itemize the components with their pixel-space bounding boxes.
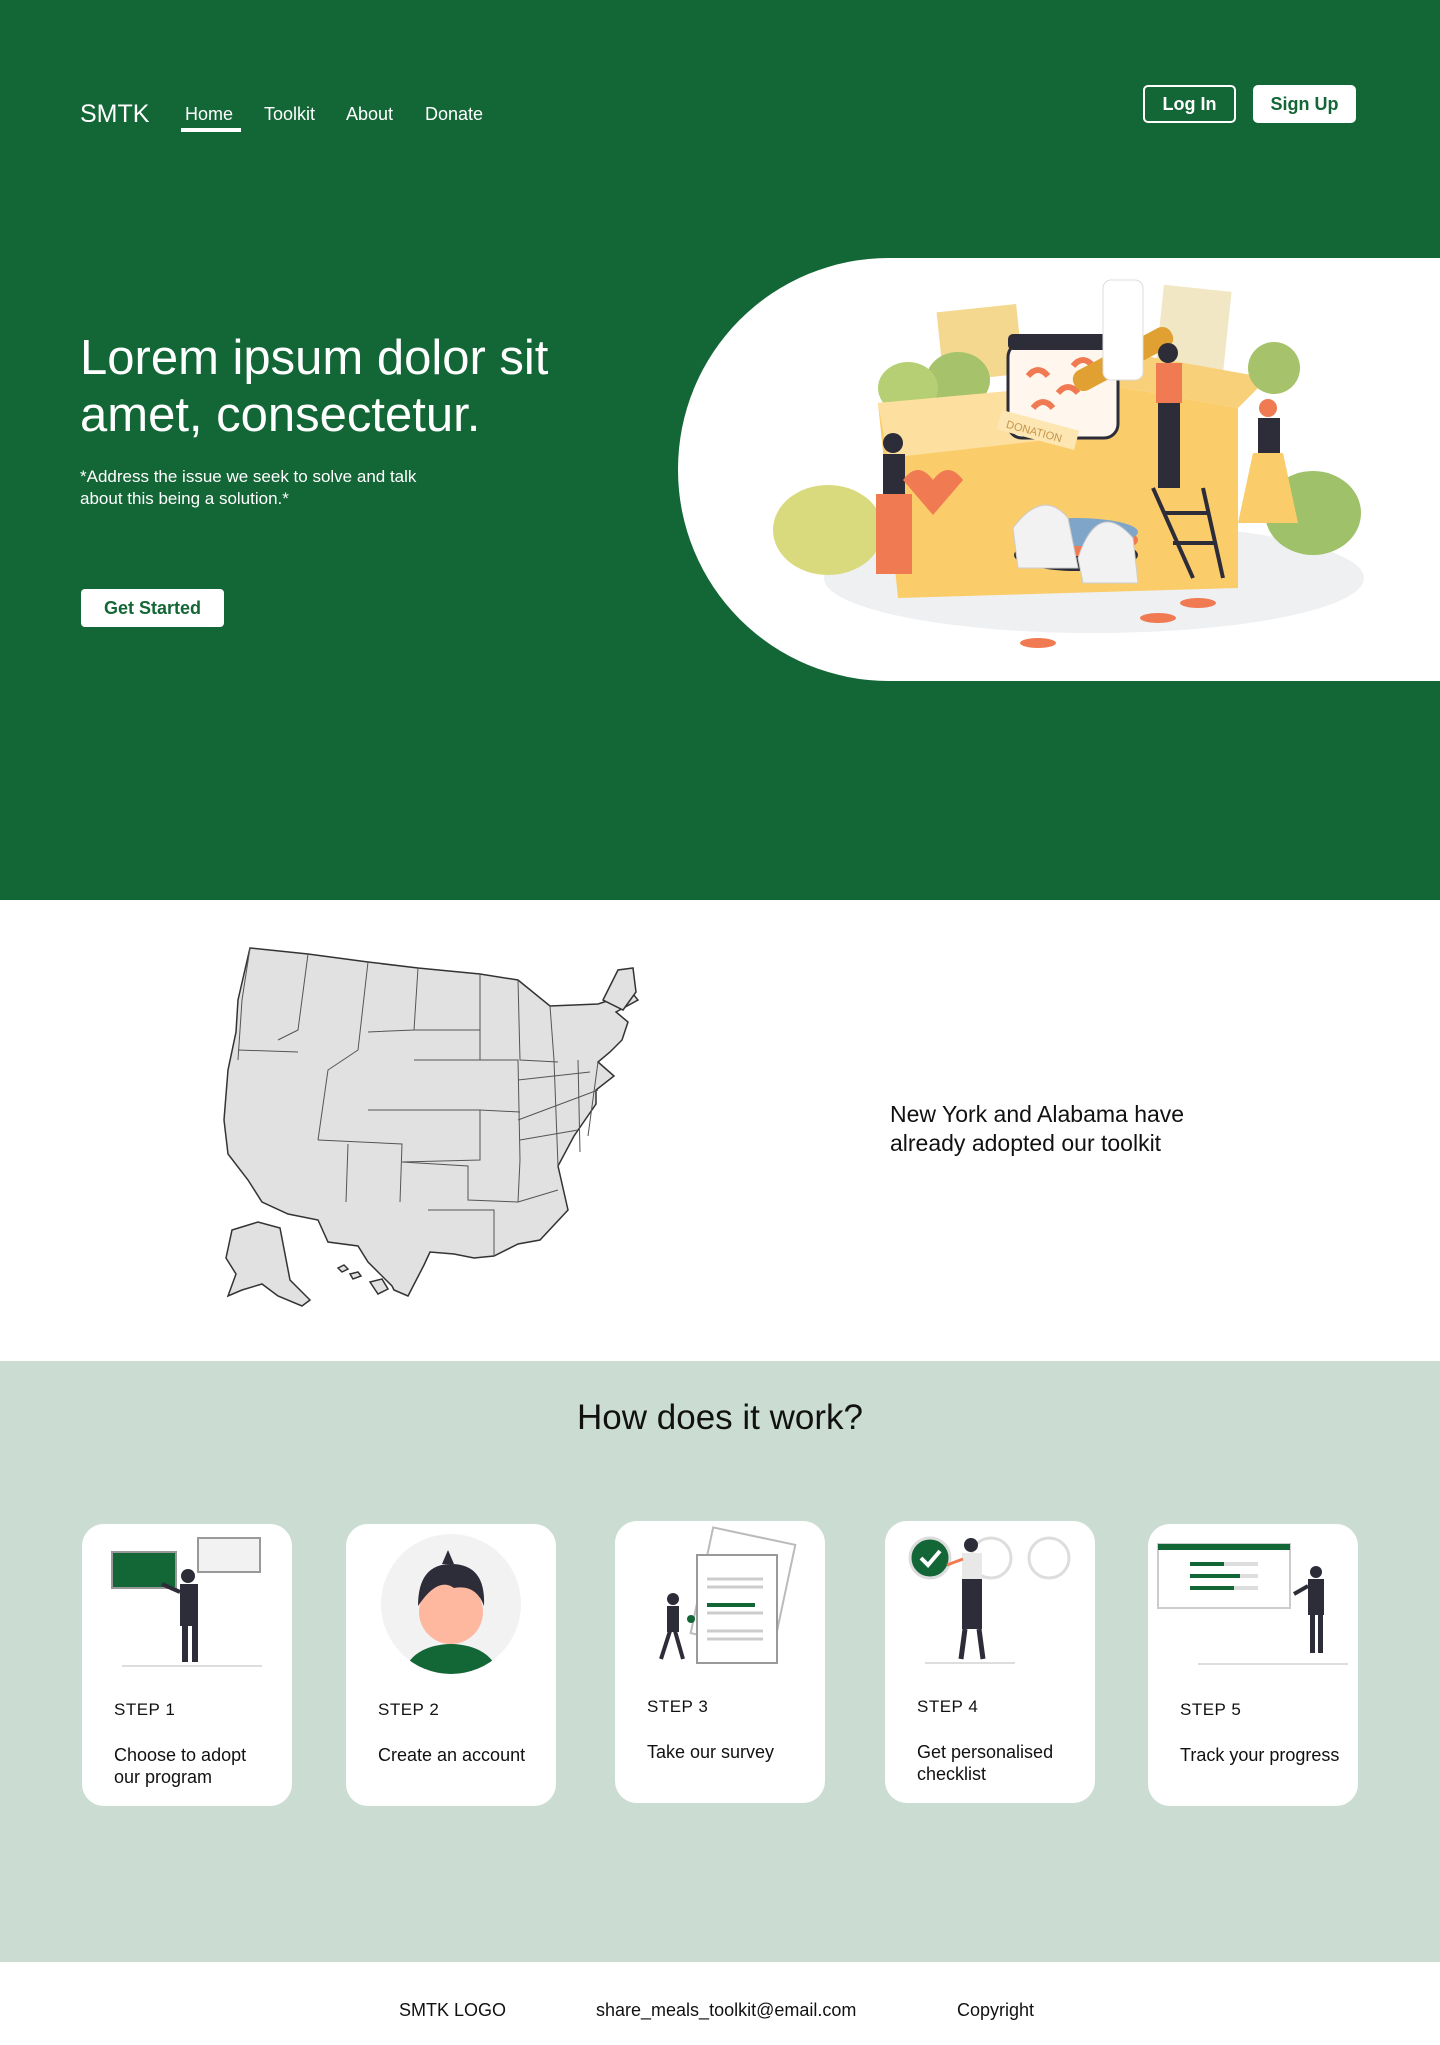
- nav-home[interactable]: Home: [185, 104, 233, 125]
- nav-donate[interactable]: Donate: [425, 104, 483, 125]
- footer-copyright: Copyright: [957, 2000, 1035, 2020]
- adoption-text: New York and Alabama have already adopte…: [890, 1101, 1185, 1156]
- login-button[interactable]: Log In: [1143, 85, 1236, 123]
- nav-about[interactable]: About: [346, 104, 393, 125]
- survey-illustration: [659, 1526, 797, 1664]
- nav-toolkit[interactable]: Toolkit: [264, 104, 315, 125]
- step-card-1[interactable]: STEP 1 Choose to adopt our program: [82, 1524, 292, 1806]
- step-description: Track your progress: [1180, 1745, 1340, 1765]
- step-description: Take our survey: [647, 1742, 775, 1762]
- signup-button[interactable]: Sign Up: [1253, 85, 1356, 123]
- step-card-4[interactable]: STEP 4 Get personalised checklist: [885, 1521, 1095, 1803]
- step-description: Create an account: [378, 1745, 526, 1765]
- footer-email-link[interactable]: share_meals_toolkit@email.com: [596, 2000, 856, 2021]
- footer-logo: SMTK LOGO: [399, 2000, 507, 2020]
- presentation-illustration: [111, 1537, 262, 1667]
- how-it-works-title: How does it work?: [577, 1398, 863, 1437]
- avatar-illustration: [381, 1534, 521, 1674]
- hero-illustration-card: DONATION: [678, 258, 1440, 681]
- step-description: Get personalised checklist: [917, 1742, 1054, 1784]
- hero-subtitle: *Address the issue we seek to solve and …: [80, 467, 417, 508]
- step-label: STEP 4: [917, 1697, 979, 1716]
- get-started-button[interactable]: Get Started: [81, 589, 224, 627]
- nav-active-indicator: [181, 128, 241, 132]
- step-card-2[interactable]: STEP 2 Create an account: [346, 1524, 556, 1806]
- step-label: STEP 5: [1180, 1700, 1242, 1719]
- donation-illustration: DONATION: [773, 279, 1364, 648]
- step-card-5[interactable]: STEP 5 Track your progress: [1148, 1524, 1358, 1806]
- step-label: STEP 3: [647, 1697, 709, 1716]
- progress-illustration: [1157, 1543, 1348, 1665]
- step-label: STEP 2: [378, 1700, 440, 1719]
- brand-logo[interactable]: SMTK: [80, 100, 149, 129]
- step-description: Choose to adopt our program: [114, 1745, 247, 1787]
- step-card-3[interactable]: STEP 3 Take our survey: [615, 1521, 825, 1803]
- us-map: [223, 947, 640, 1307]
- hero-title: Lorem ipsum dolor sit amet, consectetur.: [80, 331, 549, 442]
- step-label: STEP 1: [114, 1700, 176, 1719]
- checklist-illustration: [908, 1536, 1071, 1664]
